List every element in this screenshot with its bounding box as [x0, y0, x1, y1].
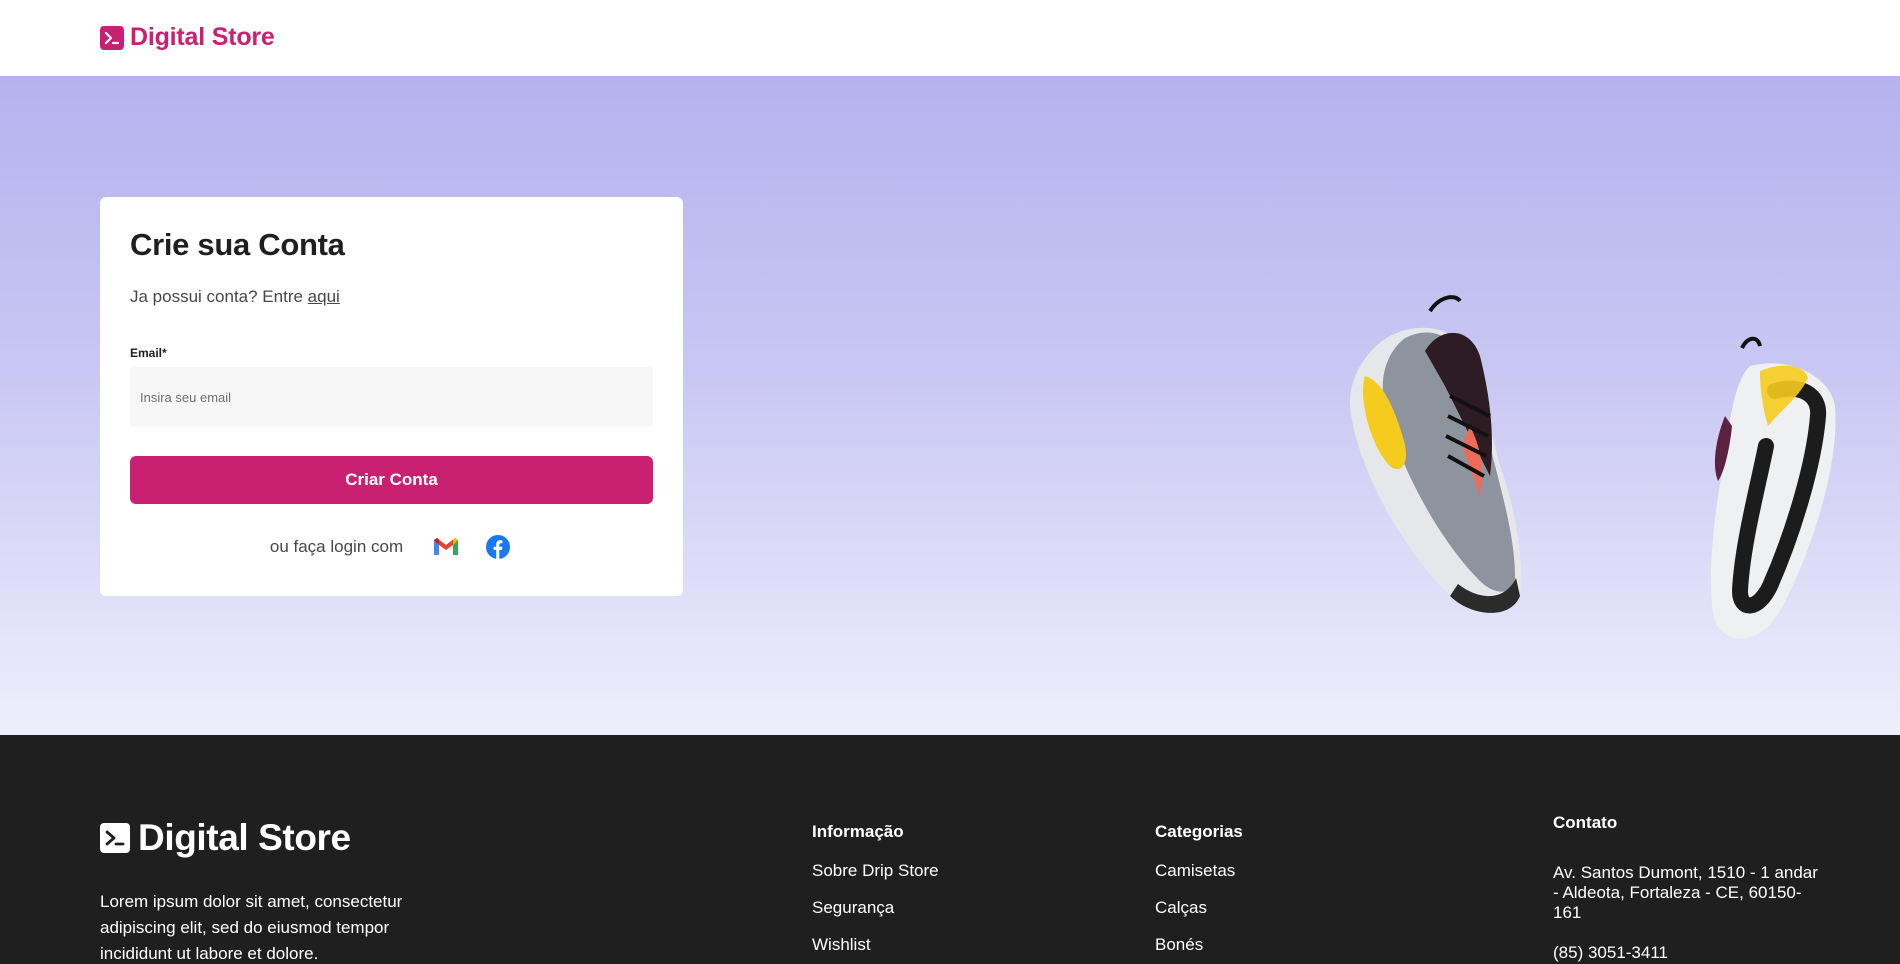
footer-link-security[interactable]: Segurança [812, 898, 939, 918]
left-sneaker [1349, 295, 1522, 613]
footer-logo[interactable]: Digital Store [100, 817, 351, 859]
footer-contact-title: Contato [1553, 813, 1618, 832]
hero-section: Crie sua Conta Ja possui conta? Entre aq… [0, 76, 1900, 735]
right-sneaker [1710, 336, 1836, 639]
terminal-logo-icon [100, 25, 124, 50]
signup-title: Crie sua Conta [130, 227, 345, 262]
login-prompt: Ja possui conta? Entre aqui [130, 287, 340, 307]
footer-info-column: Informação Sobre Drip Store Segurança Wi… [812, 822, 939, 964]
header-logo[interactable]: Digital Store [100, 23, 275, 52]
footer-link-caps[interactable]: Bonés [1155, 935, 1243, 955]
site-footer: Digital Store Lorem ipsum dolor sit amet… [0, 735, 1900, 964]
footer-link-shirts[interactable]: Camisetas [1155, 861, 1243, 881]
terminal-logo-icon [100, 823, 130, 853]
footer-address: Av. Santos Dumont, 1510 - 1 andar - Alde… [1553, 863, 1818, 922]
email-label: Email* [130, 346, 167, 360]
login-link[interactable]: aqui [308, 287, 340, 306]
footer-link-pants[interactable]: Calças [1155, 898, 1243, 918]
footer-categories-column: Categorias Camisetas Calças Bonés [1155, 822, 1243, 964]
email-field[interactable] [130, 367, 653, 427]
header-logo-text: Digital Store [130, 23, 275, 51]
footer-logo-text: Digital Store [138, 817, 351, 858]
site-header: Digital Store [0, 0, 1900, 76]
footer-link-about[interactable]: Sobre Drip Store [812, 861, 939, 881]
footer-categories-title: Categorias [1155, 822, 1243, 841]
signup-card: Crie sua Conta Ja possui conta? Entre aq… [100, 197, 683, 596]
social-login-text: ou faça login com [269, 537, 404, 556]
footer-info-title: Informação [812, 822, 904, 841]
login-prompt-text: Ja possui conta? Entre [130, 287, 308, 306]
gmail-icon[interactable] [431, 532, 461, 562]
facebook-icon[interactable] [483, 532, 513, 562]
footer-link-wishlist[interactable]: Wishlist [812, 935, 939, 955]
footer-contact-column: Contato Av. Santos Dumont, 1510 - 1 anda… [1553, 813, 1823, 964]
footer-phone: (85) 3051-3411 [1553, 943, 1668, 962]
sneakers-image [1349, 295, 1836, 639]
social-login: ou faça login com [100, 532, 683, 562]
create-account-button[interactable]: Criar Conta [130, 456, 653, 504]
footer-description: Lorem ipsum dolor sit amet, consectetur … [100, 892, 403, 963]
